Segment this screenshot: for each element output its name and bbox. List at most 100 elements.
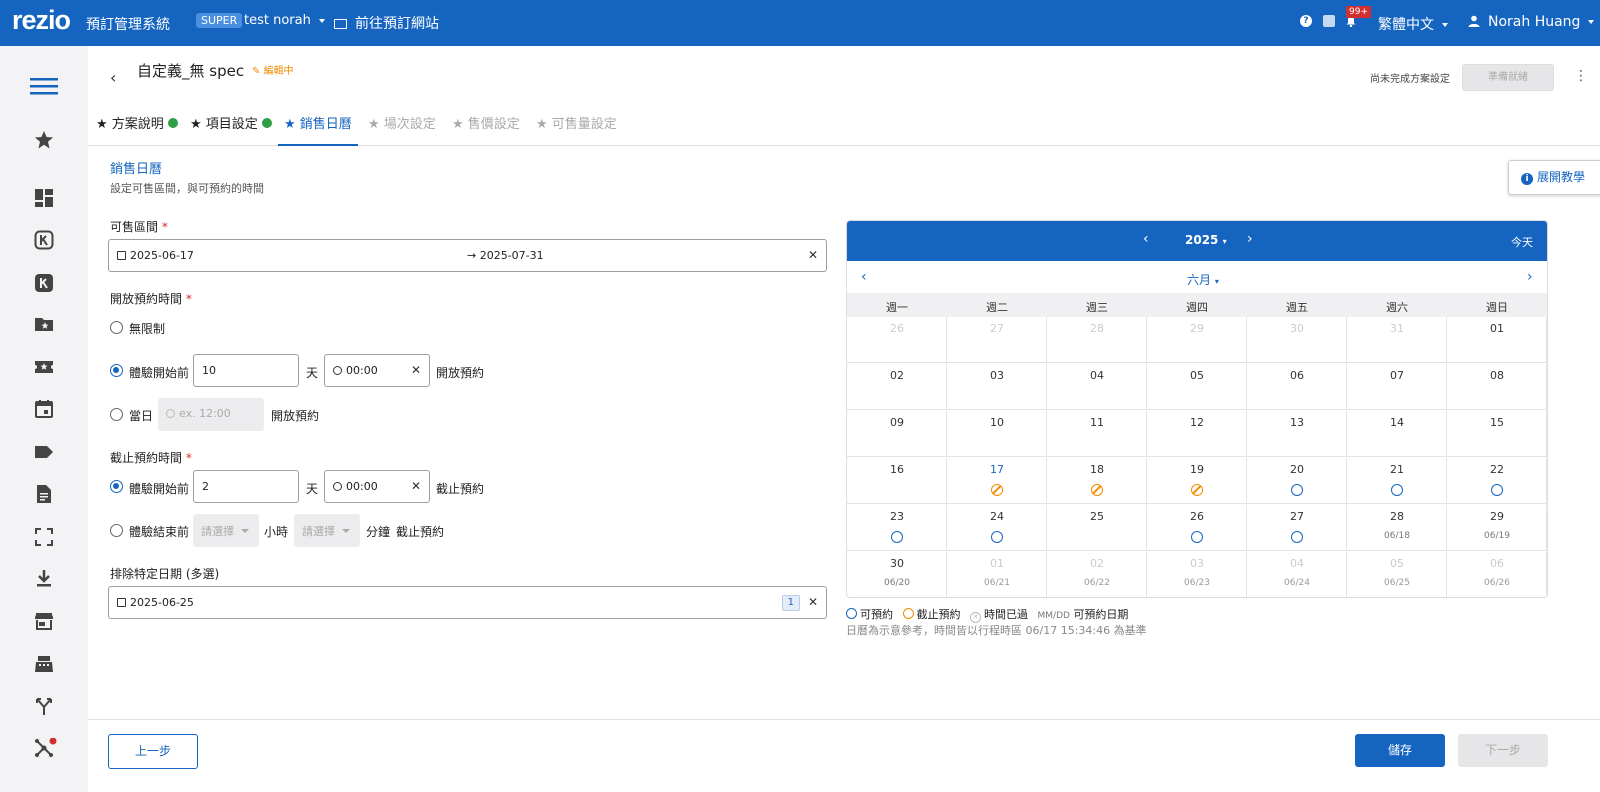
help-icon[interactable]: ? bbox=[1300, 15, 1312, 27]
same-day-time-input[interactable]: ex. 12:00 bbox=[158, 398, 264, 431]
back-arrow-icon[interactable]: ‹ bbox=[110, 68, 116, 87]
calendar-day-cell[interactable]: 13 bbox=[1247, 411, 1347, 457]
more-vert-icon[interactable]: ⋮ bbox=[1574, 68, 1588, 84]
sale-period-range-input[interactable]: 2025-06-17 → 2025-07-31 ✕ bbox=[108, 239, 827, 272]
start-date[interactable]: 2025-06-17 bbox=[117, 249, 194, 262]
calendar-day-cell[interactable]: 30 bbox=[1247, 317, 1347, 363]
tab-inventory-settings[interactable]: ★ 可售量設定 bbox=[530, 116, 623, 146]
calendar-day-cell[interactable]: 29 bbox=[1147, 317, 1247, 363]
calendar-icon[interactable] bbox=[34, 399, 54, 419]
today-button[interactable]: 今天 bbox=[1511, 234, 1533, 250]
prev-year-icon[interactable]: ‹ bbox=[1143, 231, 1149, 247]
calendar-day-cell[interactable]: 27 bbox=[1247, 505, 1347, 551]
chat-icon[interactable] bbox=[1323, 15, 1335, 27]
calendar-day-cell[interactable]: 21 bbox=[1347, 458, 1447, 504]
save-button[interactable]: 儲存 bbox=[1355, 734, 1445, 767]
tab-sales-calendar[interactable]: ★ 銷售日曆 bbox=[278, 116, 358, 146]
user-menu[interactable]: Norah Huang bbox=[1468, 14, 1595, 30]
network-icon[interactable] bbox=[34, 738, 58, 758]
calendar-day-cell[interactable]: 09 bbox=[847, 411, 947, 457]
close-before-end-radio[interactable] bbox=[110, 524, 123, 537]
fullscreen-icon[interactable] bbox=[34, 527, 54, 547]
download-icon[interactable] bbox=[34, 568, 54, 588]
calendar-day-cell[interactable]: 11 bbox=[1047, 411, 1147, 457]
calendar-day-cell[interactable]: 29 06/19 bbox=[1447, 505, 1547, 551]
close-before-start-radio[interactable] bbox=[110, 480, 123, 493]
ready-button[interactable]: 準備就緒 bbox=[1462, 64, 1554, 91]
calendar-day-cell[interactable]: 02 06/22 bbox=[1047, 552, 1147, 597]
calendar-day-cell[interactable]: 30 06/20 bbox=[847, 552, 947, 597]
calendar-day-cell[interactable]: 07 bbox=[1347, 364, 1447, 410]
calendar-day-cell[interactable]: 26 bbox=[1147, 505, 1247, 551]
calendar-day-cell[interactable]: 01 06/21 bbox=[947, 552, 1047, 597]
next-year-icon[interactable]: › bbox=[1247, 231, 1253, 247]
calendar-day-cell[interactable]: 04 06/24 bbox=[1247, 552, 1347, 597]
calendar-day-cell[interactable]: 17 bbox=[947, 458, 1047, 504]
register-icon[interactable] bbox=[34, 654, 54, 674]
calendar-day-cell[interactable]: 01 bbox=[1447, 317, 1547, 363]
tab-item-settings[interactable]: ★ 項目設定 bbox=[184, 116, 278, 146]
clear-icon[interactable]: ✕ bbox=[411, 363, 421, 377]
clear-icon[interactable]: ✕ bbox=[808, 595, 818, 609]
ticket-star-icon[interactable] bbox=[34, 357, 54, 377]
close-days-input[interactable]: 2 bbox=[193, 470, 299, 503]
calendar-day-cell[interactable]: 23 bbox=[847, 505, 947, 551]
calendar-day-cell[interactable]: 06 bbox=[1247, 364, 1347, 410]
tab-session-settings[interactable]: ★ 場次設定 bbox=[362, 116, 442, 146]
calendar-day-cell[interactable]: 25 bbox=[1047, 505, 1147, 551]
expand-tutorial-button[interactable]: i 展開教學 bbox=[1508, 160, 1600, 195]
prev-step-button[interactable]: 上一步 bbox=[108, 734, 198, 769]
calendar-day-cell[interactable]: 31 bbox=[1347, 317, 1447, 363]
next-month-icon[interactable]: › bbox=[1527, 269, 1533, 285]
star-icon[interactable] bbox=[34, 130, 54, 150]
tab-plan-description[interactable]: ★ 方案說明 bbox=[90, 116, 184, 146]
goto-site-link[interactable]: 前往預訂網站 bbox=[334, 13, 439, 33]
minute-select[interactable]: 請選擇 bbox=[294, 514, 360, 547]
rezio-logo[interactable]: rezio bbox=[12, 5, 71, 36]
open-time-input[interactable]: 00:00 ✕ bbox=[324, 354, 430, 387]
calendar-day-cell[interactable]: 15 bbox=[1447, 411, 1547, 457]
store-icon[interactable] bbox=[34, 611, 54, 631]
document-icon[interactable] bbox=[34, 484, 54, 504]
prev-month-icon[interactable]: ‹ bbox=[861, 269, 867, 285]
k-filled-icon[interactable] bbox=[34, 273, 54, 293]
calendar-day-cell[interactable]: 12 bbox=[1147, 411, 1247, 457]
calendar-day-cell[interactable]: 04 bbox=[1047, 364, 1147, 410]
month-selector[interactable]: 六月 ▾ bbox=[1187, 271, 1219, 288]
open-unlimited-radio[interactable] bbox=[110, 321, 123, 334]
next-step-button[interactable]: 下一步 bbox=[1458, 734, 1548, 767]
folder-star-icon[interactable] bbox=[34, 314, 54, 334]
calendar-day-cell[interactable]: 03 bbox=[947, 364, 1047, 410]
dashboard-icon[interactable] bbox=[34, 188, 54, 208]
calendar-day-cell[interactable]: 26 bbox=[847, 317, 947, 363]
language-selector[interactable]: 繁體中文 bbox=[1378, 14, 1448, 34]
end-date[interactable]: → 2025-07-31 bbox=[467, 249, 544, 262]
tag-icon[interactable] bbox=[34, 442, 54, 462]
calendar-day-cell[interactable]: 28 06/18 bbox=[1347, 505, 1447, 551]
tab-price-settings[interactable]: ★ 售價設定 bbox=[446, 116, 526, 146]
k-outline-icon[interactable] bbox=[34, 230, 54, 250]
open-before-start-radio[interactable] bbox=[110, 364, 123, 377]
calendar-day-cell[interactable]: 14 bbox=[1347, 411, 1447, 457]
calendar-day-cell[interactable]: 06 06/26 bbox=[1447, 552, 1547, 597]
menu-icon[interactable] bbox=[30, 76, 58, 96]
calendar-day-cell[interactable]: 05 06/25 bbox=[1347, 552, 1447, 597]
exclude-dates-input[interactable]: 2025-06-25 1 ✕ bbox=[108, 586, 827, 619]
close-time-input[interactable]: 00:00 ✕ bbox=[324, 470, 430, 503]
open-same-day-radio[interactable] bbox=[110, 408, 123, 421]
calendar-day-cell[interactable]: 24 bbox=[947, 505, 1047, 551]
year-selector[interactable]: 2025 ▾ bbox=[1185, 233, 1227, 247]
calendar-day-cell[interactable]: 18 bbox=[1047, 458, 1147, 504]
calendar-day-cell[interactable]: 05 bbox=[1147, 364, 1247, 410]
calendar-day-cell[interactable]: 20 bbox=[1247, 458, 1347, 504]
open-days-input[interactable]: 10 bbox=[193, 354, 299, 387]
calendar-day-cell[interactable]: 03 06/23 bbox=[1147, 552, 1247, 597]
calendar-day-cell[interactable]: 10 bbox=[947, 411, 1047, 457]
calendar-day-cell[interactable]: 22 bbox=[1447, 458, 1547, 504]
hour-select[interactable]: 請選擇 bbox=[193, 514, 259, 547]
calendar-day-cell[interactable]: 28 bbox=[1047, 317, 1147, 363]
clear-icon[interactable]: ✕ bbox=[808, 248, 818, 262]
fork-icon[interactable] bbox=[34, 696, 54, 716]
account-switcher[interactable]: test norah bbox=[244, 13, 325, 28]
clear-icon[interactable]: ✕ bbox=[411, 479, 421, 493]
